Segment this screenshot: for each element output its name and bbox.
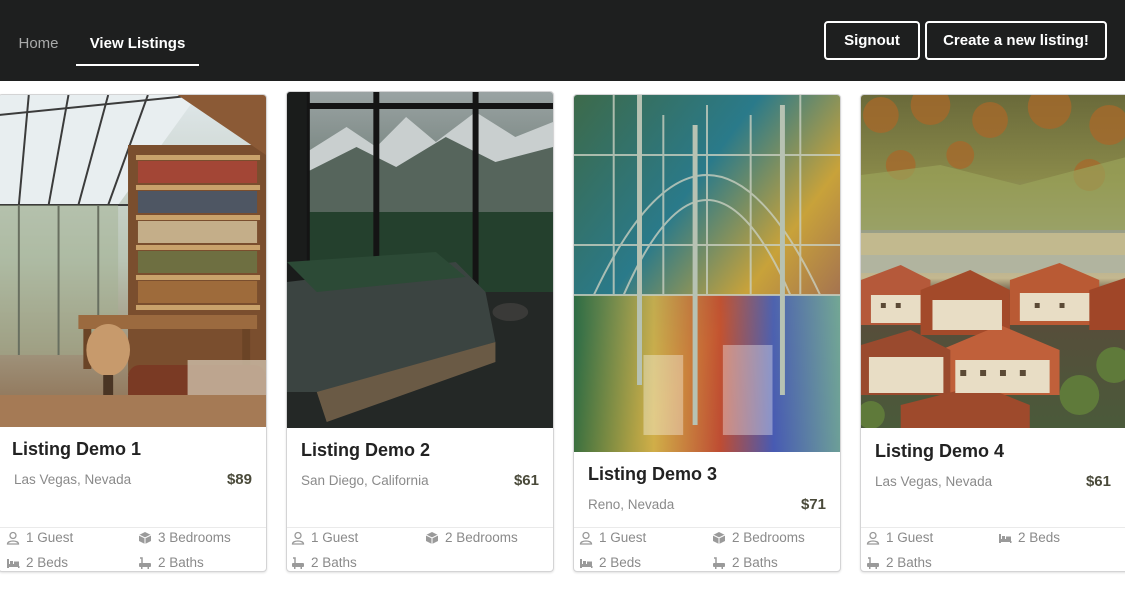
tab-view-listings[interactable]: View Listings bbox=[76, 28, 199, 66]
card-divider bbox=[0, 527, 266, 528]
feature-guests-label: 1 Guest bbox=[886, 530, 934, 545]
listing-price: $61 bbox=[1085, 473, 1111, 490]
feature-baths: 2 Baths bbox=[138, 555, 204, 570]
feature-guests: 1 Guest bbox=[6, 530, 73, 545]
feature-guests: 1 Guest bbox=[579, 530, 646, 545]
feature-beds: 2 Beds bbox=[579, 555, 641, 570]
feature-beds-label: 2 Beds bbox=[599, 555, 642, 570]
listing-image bbox=[574, 95, 840, 452]
feature-baths: 2 Baths bbox=[866, 555, 932, 570]
listing-title[interactable]: Listing Demo 2 bbox=[301, 440, 430, 461]
feature-bedrooms: 2 Bedrooms bbox=[712, 530, 805, 545]
feature-bedrooms-label: 2 Bedrooms bbox=[445, 530, 518, 545]
card-divider bbox=[574, 527, 840, 528]
feature-baths-label: 2 Baths bbox=[732, 555, 778, 570]
feature-bedrooms: 3 Bedrooms bbox=[138, 530, 231, 545]
feature-bedrooms-label: 2 Bedrooms bbox=[732, 530, 805, 545]
card-divider bbox=[287, 527, 553, 528]
feature-guests-label: 1 Guest bbox=[311, 530, 359, 545]
cube-icon bbox=[712, 531, 726, 545]
listing-card[interactable]: Listing Demo 1 Las Vegas, Nevada $89 1 G… bbox=[0, 94, 267, 572]
feature-baths: 2 Baths bbox=[712, 555, 778, 570]
cube-icon bbox=[138, 531, 152, 545]
feature-guests-label: 1 Guest bbox=[26, 530, 74, 545]
listing-card[interactable]: Listing Demo 4 Las Vegas, Nevada $61 1 G… bbox=[860, 94, 1125, 572]
bath-icon bbox=[291, 556, 305, 570]
listing-location: Las Vegas, Nevada bbox=[875, 474, 993, 489]
listing-price: $61 bbox=[513, 472, 539, 489]
card-divider bbox=[861, 527, 1125, 528]
signout-button[interactable]: Signout bbox=[824, 21, 920, 60]
listing-price: $89 bbox=[226, 471, 252, 488]
feature-beds-label: 2 Beds bbox=[26, 555, 69, 570]
listing-image bbox=[861, 95, 1125, 428]
bed-icon bbox=[998, 531, 1012, 545]
user-icon bbox=[291, 531, 305, 545]
feature-baths-label: 2 Baths bbox=[311, 555, 357, 570]
create-listing-button[interactable]: Create a new listing! bbox=[925, 21, 1107, 60]
bath-icon bbox=[138, 556, 152, 570]
feature-baths-label: 2 Baths bbox=[158, 555, 204, 570]
listing-card[interactable]: Listing Demo 2 San Diego, California $61… bbox=[286, 91, 554, 572]
feature-guests: 1 Guest bbox=[291, 530, 358, 545]
bed-icon bbox=[6, 556, 20, 570]
feature-beds: 2 Beds bbox=[998, 530, 1060, 545]
listing-location: Las Vegas, Nevada bbox=[14, 472, 132, 487]
listing-image bbox=[0, 95, 266, 427]
tab-home[interactable]: Home bbox=[10, 28, 67, 66]
top-navbar: Home View Listings Signout Create a new … bbox=[0, 0, 1125, 81]
listing-title[interactable]: Listing Demo 1 bbox=[12, 439, 141, 460]
feature-bedrooms-label: 3 Bedrooms bbox=[158, 530, 231, 545]
listing-location: San Diego, California bbox=[301, 473, 429, 488]
listing-title[interactable]: Listing Demo 4 bbox=[875, 441, 1004, 462]
cube-icon bbox=[425, 531, 439, 545]
listing-location: Reno, Nevada bbox=[588, 497, 675, 512]
listing-image bbox=[287, 92, 553, 428]
feature-bedrooms: 2 Bedrooms bbox=[425, 530, 518, 545]
user-icon bbox=[579, 531, 593, 545]
listing-title[interactable]: Listing Demo 3 bbox=[588, 464, 717, 485]
feature-baths: 2 Baths bbox=[291, 555, 357, 570]
feature-baths-label: 2 Baths bbox=[886, 555, 932, 570]
user-icon bbox=[866, 531, 880, 545]
feature-beds: 2 Beds bbox=[6, 555, 68, 570]
listing-price: $71 bbox=[800, 496, 826, 513]
feature-beds-label: 2 Beds bbox=[1018, 530, 1061, 545]
bed-icon bbox=[579, 556, 593, 570]
feature-guests-label: 1 Guest bbox=[599, 530, 647, 545]
user-icon bbox=[6, 531, 20, 545]
feature-guests: 1 Guest bbox=[866, 530, 933, 545]
bath-icon bbox=[866, 556, 880, 570]
bath-icon bbox=[712, 556, 726, 570]
listing-card[interactable]: Listing Demo 3 Reno, Nevada $71 1 Guest … bbox=[573, 94, 841, 572]
